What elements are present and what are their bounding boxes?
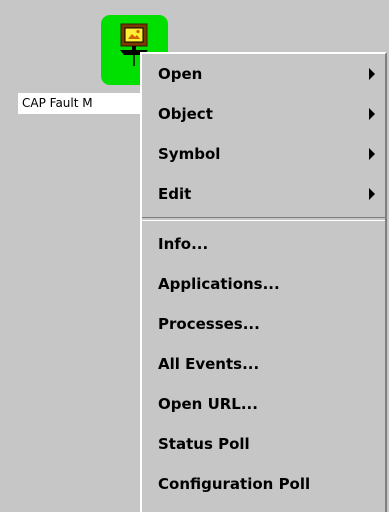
menu-item-all-events[interactable]: All Events... xyxy=(142,344,385,384)
menu-item-label: Object xyxy=(158,105,213,123)
menu-item-open[interactable]: Open xyxy=(142,54,385,94)
menu-item-configuration-poll[interactable]: Configuration Poll xyxy=(142,464,385,504)
menu-item-label: Symbol xyxy=(158,145,221,163)
menu-item-label: Edit xyxy=(158,185,192,203)
menu-item-info[interactable]: Info... xyxy=(142,224,385,264)
menu-item-processes[interactable]: Processes... xyxy=(142,304,385,344)
menu-item-symbol[interactable]: Symbol xyxy=(142,134,385,174)
menu-item-status-poll[interactable]: Status Poll xyxy=(142,424,385,464)
node-label[interactable]: CAP Fault M xyxy=(18,93,150,114)
menu-item-open-url[interactable]: Open URL... xyxy=(142,384,385,424)
menu-item-label: Open xyxy=(158,65,203,83)
submenu-arrow-icon xyxy=(369,148,375,160)
menu-separator xyxy=(142,217,385,221)
action-group: Info... Applications... Processes... All… xyxy=(142,224,385,504)
menu-item-applications[interactable]: Applications... xyxy=(142,264,385,304)
submenu-arrow-icon xyxy=(369,68,375,80)
submenu-arrow-icon xyxy=(369,188,375,200)
menu-item-edit[interactable]: Edit xyxy=(142,174,385,214)
context-menu: Open Object Symbol Edit Info... Applicat… xyxy=(140,52,387,512)
submenu-group: Open Object Symbol Edit xyxy=(142,54,385,214)
menu-item-object[interactable]: Object xyxy=(142,94,385,134)
submenu-arrow-icon xyxy=(369,108,375,120)
